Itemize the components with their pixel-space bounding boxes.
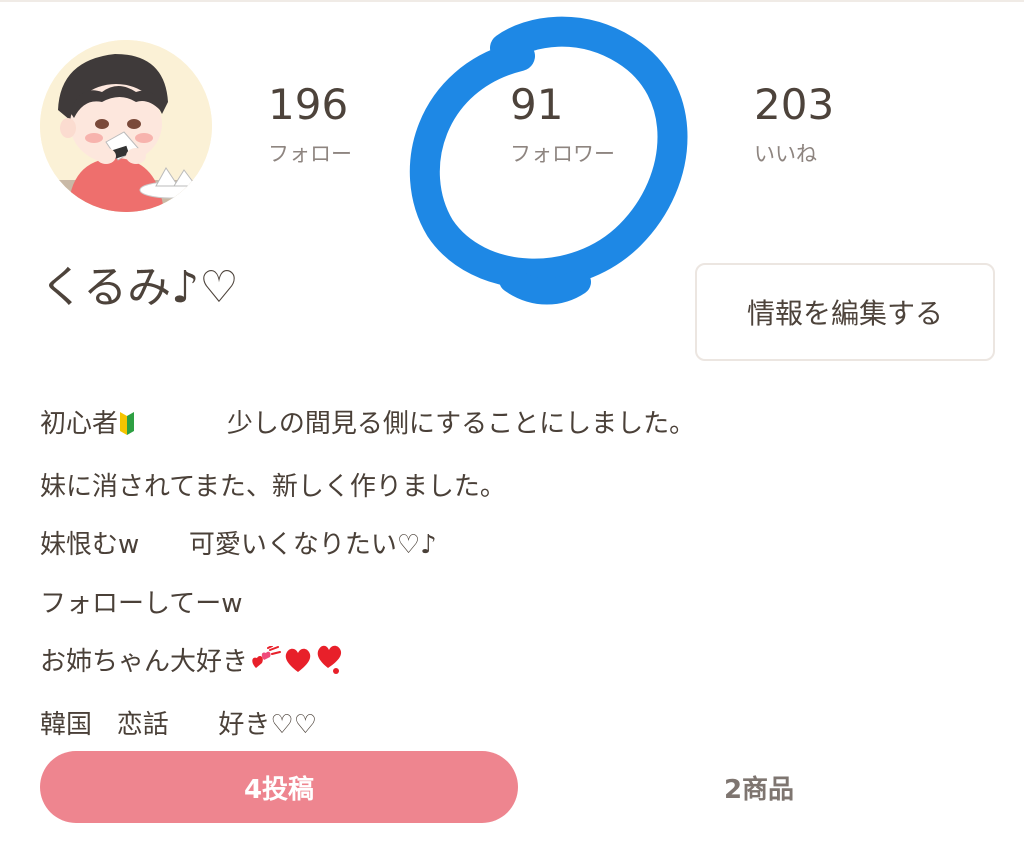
bio-line-1-suffix: 少しの間見る側にすることにしました。 — [136, 409, 696, 439]
stat-followers[interactable]: 91 フォロワー — [510, 78, 615, 168]
top-divider — [0, 0, 1024, 2]
bio-line-4: フォローしてーw — [40, 588, 243, 619]
likes-count: 203 — [754, 80, 835, 129]
bio-line-3: 妹恨むw 可愛いくなりたい♡♪ — [40, 530, 437, 560]
profile-username: くるみ♪♡ — [40, 262, 239, 313]
stat-following[interactable]: 196 フォロー — [268, 78, 352, 168]
beginner-mark-icon — [118, 399, 136, 458]
tab-posts[interactable]: 4投稿 — [40, 751, 518, 823]
avatar-illustration-icon — [40, 40, 212, 212]
red-heart-exclamation-icon — [314, 637, 348, 696]
profile-bio: 初心者 少しの間見る側にすることにしました。 妹に消されてまた、新しく作りました… — [40, 395, 1000, 754]
red-heart-icon — [282, 637, 314, 696]
following-count: 196 — [268, 80, 349, 129]
bio-line-2: 妹に消されてまた、新しく作りました。 — [40, 471, 506, 502]
bio-line-1: 初心者 少しの間見る側にすることにしました。 — [40, 395, 1000, 458]
bio-line-1-prefix: 初心者 — [40, 409, 119, 439]
tab-products[interactable]: 2商品 — [520, 751, 998, 823]
followers-count: 91 — [510, 80, 564, 129]
followers-label: フォロワー — [510, 142, 615, 166]
likes-label: いいね — [754, 142, 817, 166]
following-label: フォロー — [268, 142, 352, 166]
bio-line-5-text: お姉ちゃん大好き — [40, 647, 249, 677]
edit-profile-button[interactable]: 情報を編集する — [695, 263, 995, 361]
stat-likes[interactable]: 203 いいね — [754, 78, 834, 168]
bio-line-6: 韓国 恋話 好き♡♡ — [40, 709, 317, 740]
sparkling-hearts-icon — [248, 637, 282, 696]
bio-line-5: お姉ちゃん大好き — [40, 633, 1000, 696]
avatar[interactable] — [40, 40, 212, 212]
